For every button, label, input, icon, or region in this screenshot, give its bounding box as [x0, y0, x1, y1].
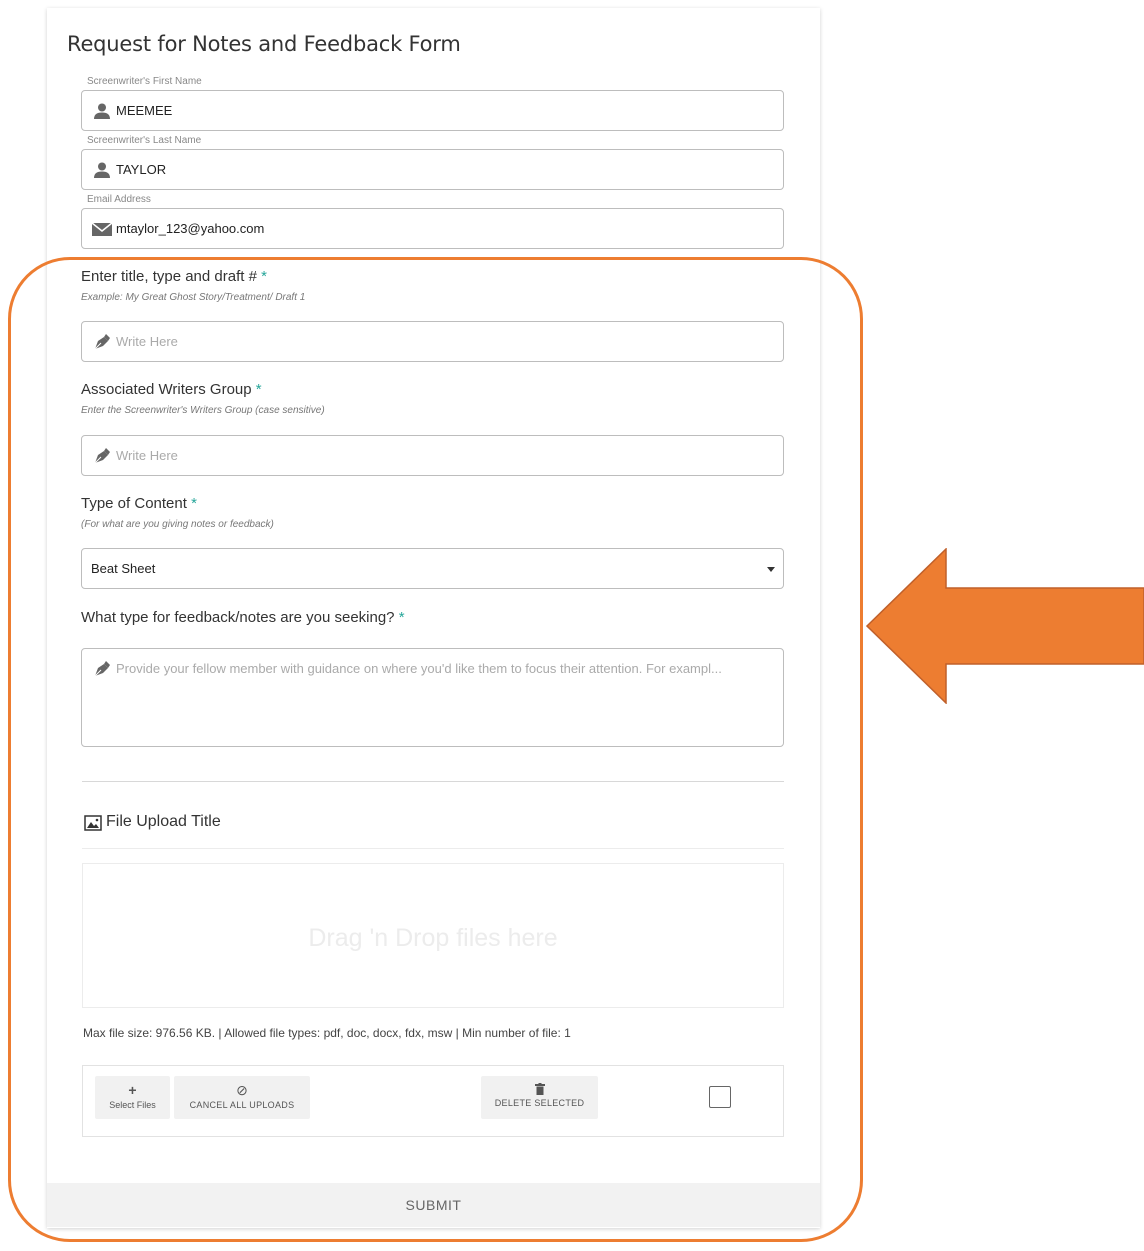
form-title: Request for Notes and Feedback Form	[67, 32, 461, 56]
delete-selected-label: DELETE SELECTED	[494, 1098, 585, 1108]
upload-divider	[82, 848, 784, 849]
writers-group-input[interactable]: Write Here	[81, 435, 784, 476]
required-marker: *	[255, 381, 262, 398]
writers-group-label-text: Associated Writers Group	[81, 381, 252, 398]
pen-icon	[94, 661, 110, 677]
required-marker: *	[191, 495, 197, 512]
content-type-selected: Beat Sheet	[91, 561, 156, 576]
email-value: mtaylor_123@yahoo.com	[116, 221, 265, 236]
cancel-all-uploads-button[interactable]: ⊘ CANCEL ALL UPLOADS	[174, 1076, 310, 1119]
feedback-placeholder: Provide your fellow member with guidance…	[116, 661, 722, 676]
content-type-label-text: Type of Content	[81, 495, 187, 512]
title-draft-hint: Example: My Great Ghost Story/Treatment/…	[81, 292, 306, 303]
writers-group-hint: Enter the Screenwriter's Writers Group (…	[81, 405, 325, 416]
title-draft-label: Enter title, type and draft # *	[81, 268, 267, 285]
select-files-label: Select Files	[109, 1100, 156, 1110]
last-name-label: Screenwriter's Last Name	[87, 135, 202, 146]
section-divider	[82, 781, 784, 782]
pen-icon	[94, 334, 110, 350]
cancel-icon: ⊘	[236, 1082, 248, 1098]
content-type-hint: (For what are you giving notes or feedba…	[81, 519, 274, 530]
submit-button[interactable]: SUBMIT	[47, 1183, 820, 1227]
first-name-value: MEEMEE	[116, 103, 173, 118]
first-name-field[interactable]: MEEMEE	[81, 90, 784, 131]
delete-selected-button[interactable]: DELETE SELECTED	[481, 1076, 598, 1119]
required-marker: *	[261, 268, 267, 285]
title-draft-placeholder: Write Here	[116, 334, 178, 349]
trash-icon	[534, 1083, 545, 1095]
last-name-value: TAYLOR	[116, 162, 167, 177]
plus-icon: +	[128, 1082, 137, 1098]
content-type-label: Type of Content *	[81, 495, 197, 512]
feedback-label-text: What type for feedback/notes are you see…	[81, 609, 395, 626]
first-name-label: Screenwriter's First Name	[87, 76, 202, 87]
user-icon	[94, 103, 110, 119]
user-icon	[94, 162, 110, 178]
title-draft-input[interactable]: Write Here	[81, 321, 784, 362]
select-all-checkbox[interactable]	[709, 1086, 731, 1108]
image-icon	[84, 815, 102, 831]
cancel-all-label: CANCEL ALL UPLOADS	[189, 1100, 295, 1110]
upload-info: Max file size: 976.56 KB. | Allowed file…	[83, 1026, 571, 1040]
file-dropzone[interactable]: Drag 'n Drop files here	[82, 863, 784, 1008]
required-marker: *	[398, 609, 405, 626]
upload-toolbar: + Select Files ⊘ CANCEL ALL UPLOADS DELE…	[82, 1065, 784, 1137]
email-label: Email Address	[87, 194, 151, 205]
envelope-icon	[91, 222, 113, 236]
email-field[interactable]: mtaylor_123@yahoo.com	[81, 208, 784, 249]
content-type-select[interactable]: Beat Sheet	[81, 548, 784, 589]
caret-down-icon	[767, 567, 775, 572]
writers-group-label: Associated Writers Group *	[81, 381, 262, 398]
title-draft-label-text: Enter title, type and draft #	[81, 268, 257, 285]
last-name-field[interactable]: TAYLOR	[81, 149, 784, 190]
feedback-label: What type for feedback/notes are you see…	[81, 609, 405, 626]
upload-title: File Upload Title	[106, 813, 221, 830]
writers-group-placeholder: Write Here	[116, 448, 178, 463]
orange-arrow-icon	[866, 548, 1144, 704]
pen-icon	[94, 448, 110, 464]
feedback-textarea[interactable]: Provide your fellow member with guidance…	[81, 648, 784, 747]
dropzone-text: Drag 'n Drop files here	[308, 924, 558, 952]
select-files-button[interactable]: + Select Files	[95, 1076, 170, 1119]
